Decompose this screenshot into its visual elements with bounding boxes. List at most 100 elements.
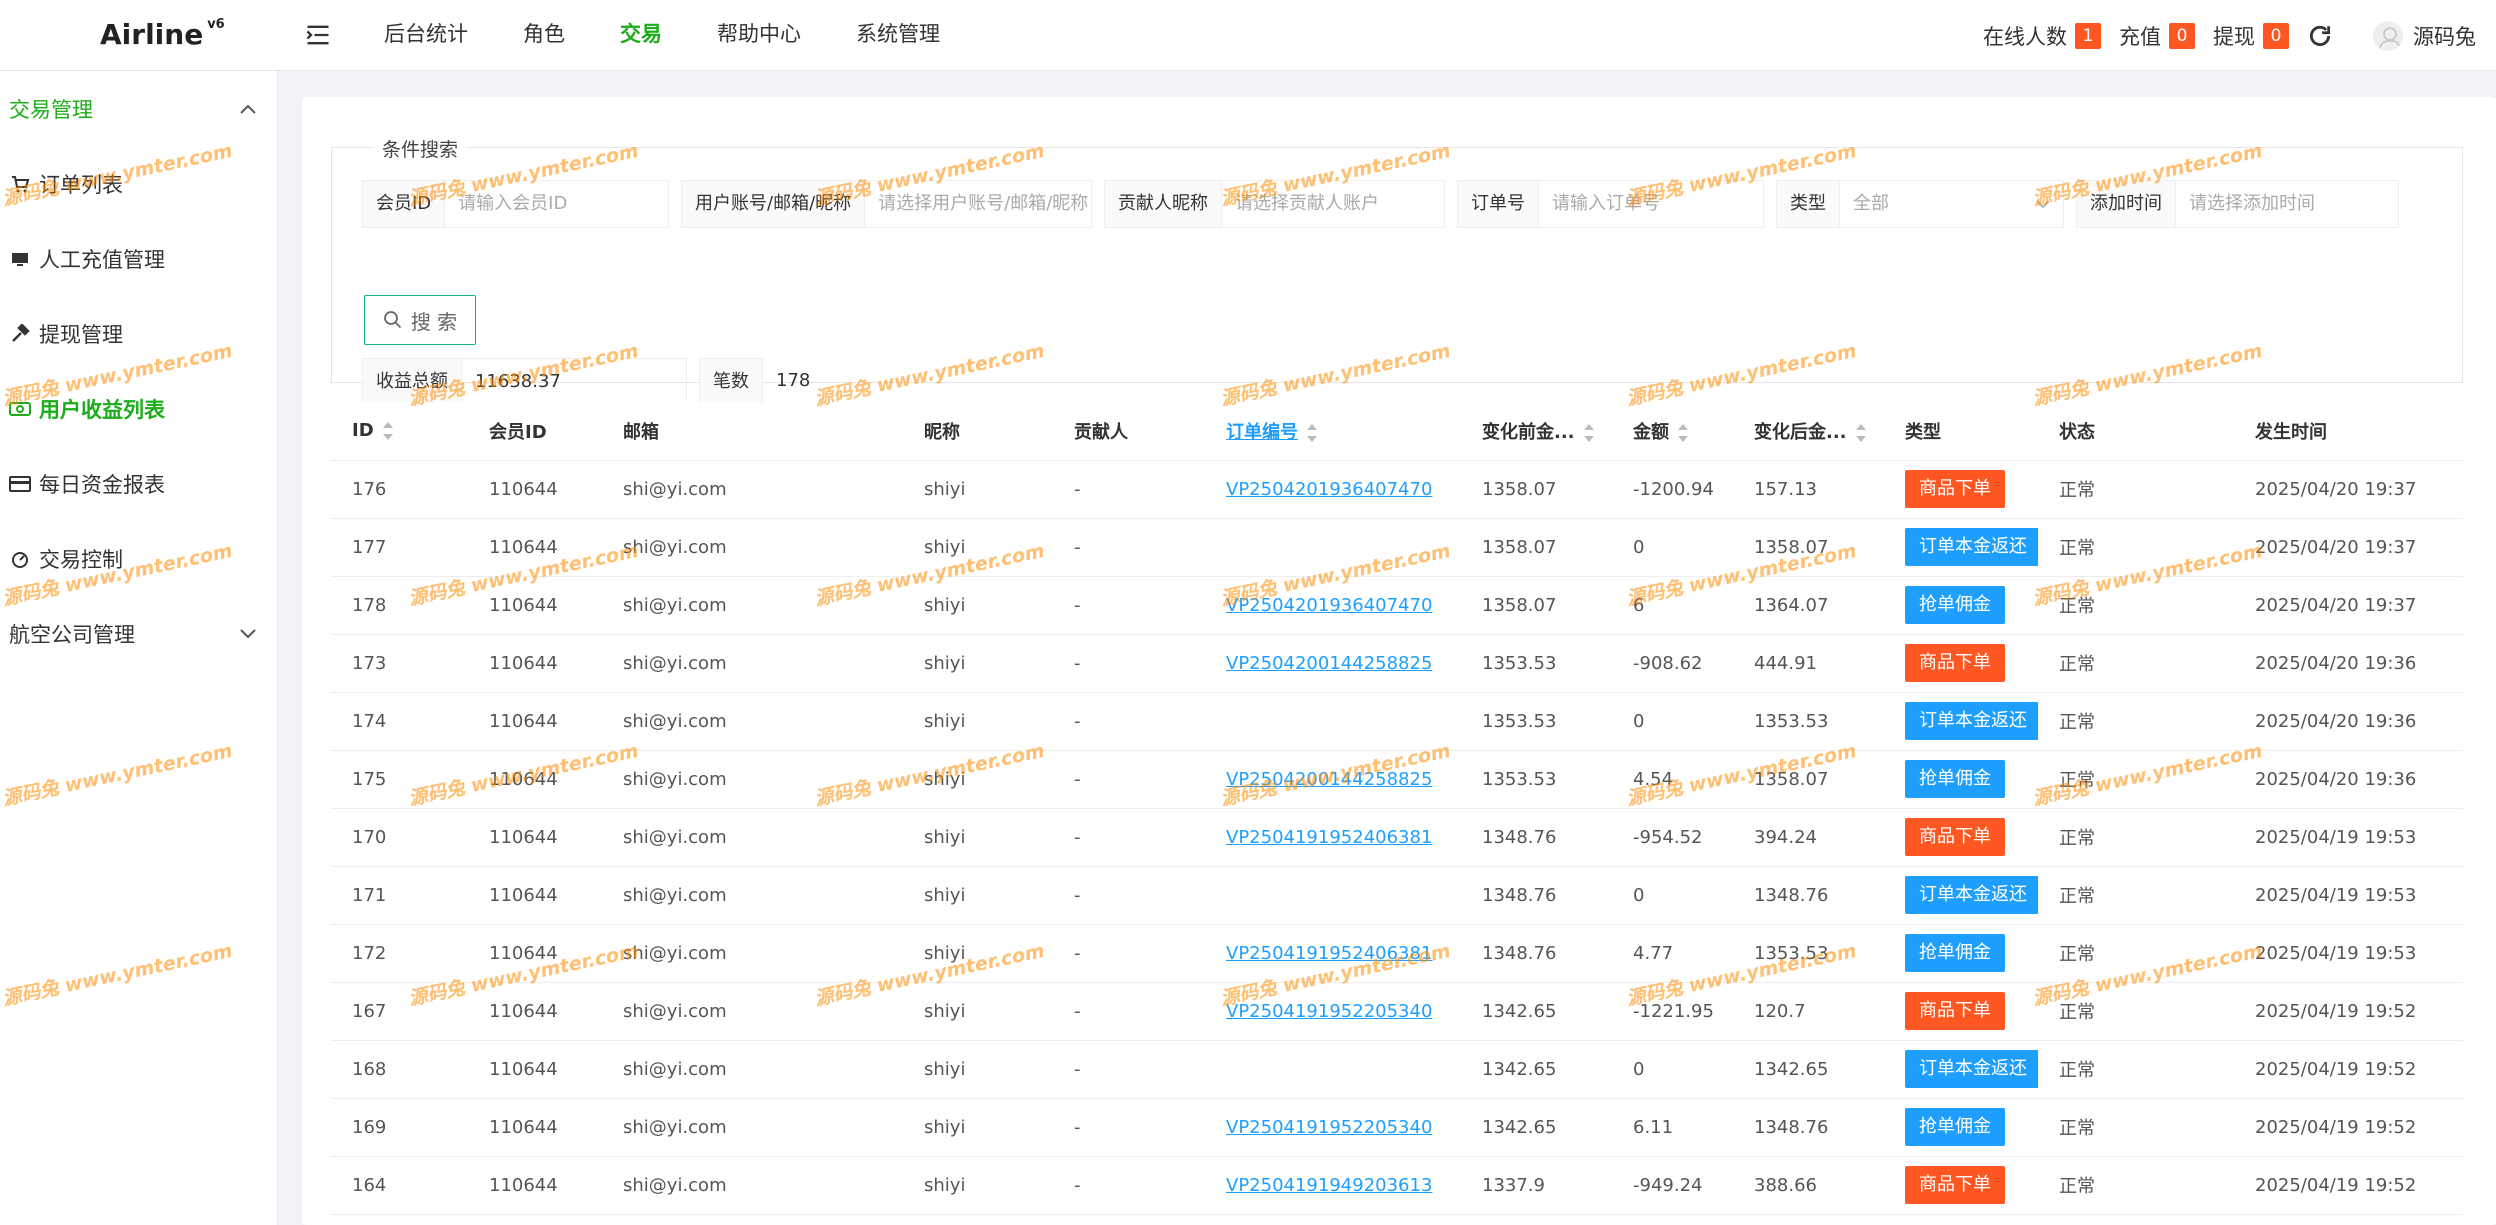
order-link[interactable]: VP2504191952406381 — [1226, 943, 1432, 964]
sort-icon[interactable] — [1855, 423, 1867, 442]
table-cell: - — [1053, 1156, 1205, 1215]
table-cell: 1348.76 — [1733, 866, 1884, 925]
table-cell: 0 — [1612, 866, 1733, 925]
order-no-input[interactable]: 请输入订单号 — [1539, 181, 1673, 227]
table-cell: 商品下单 — [1884, 634, 2038, 693]
table-cell: 6 — [1612, 576, 1733, 635]
nav-item-system[interactable]: 系统管理 — [856, 0, 940, 71]
table-cell: 2025/04/20 19:36 — [2234, 750, 2463, 809]
online-stat[interactable]: 在线人数 1 — [1983, 21, 2101, 51]
table-cell: - — [1053, 460, 1205, 519]
earnings-table: ID 会员ID 邮箱 昵称 贡献人 订单编号 变化前金... 金额 变化后金..… — [331, 402, 2463, 1215]
table-cell: 110644 — [468, 576, 602, 635]
table-cell: 168 — [331, 1040, 468, 1099]
sidebar-group-trade[interactable]: 交易管理 — [0, 71, 277, 146]
menu-toggle-icon[interactable] — [304, 21, 332, 49]
order-link[interactable]: VP2504191952205340 — [1226, 1117, 1432, 1138]
search-legend: 条件搜索 — [372, 135, 469, 162]
order-link[interactable]: VP2504201936407470 — [1226, 479, 1432, 500]
table-cell: 1353.53 — [1461, 634, 1612, 693]
table-cell — [1205, 518, 1461, 577]
sidebar-item-manual-recharge[interactable]: 人工充值管理 — [0, 221, 277, 296]
nav-item-help[interactable]: 帮助中心 — [717, 0, 801, 71]
table-cell: - — [1053, 866, 1205, 925]
order-link[interactable]: VP2504200144258825 — [1226, 769, 1432, 790]
table-cell: 正常 — [2038, 1040, 2234, 1099]
sidebar-item-daily-report[interactable]: 每日资金报表 — [0, 446, 277, 521]
col-header-after-amount[interactable]: 变化后金... — [1733, 402, 1884, 461]
recharge-stat[interactable]: 充值 0 — [2119, 21, 2195, 51]
summary-bar: 收益总额 11638.37 笔数 178 — [362, 358, 841, 406]
user-menu[interactable]: 源码兔 — [2373, 20, 2476, 51]
nav-item-roles[interactable]: 角色 — [523, 0, 565, 71]
total-earnings-label: 收益总额 — [363, 359, 462, 405]
table-cell: 110644 — [468, 692, 602, 751]
table-cell: shi@yi.com — [602, 866, 903, 925]
table-cell: 1353.53 — [1461, 750, 1612, 809]
sort-icon[interactable] — [382, 422, 394, 441]
search-button[interactable]: 搜 索 — [364, 295, 476, 345]
type-badge: 订单本金返还 — [1905, 702, 2038, 740]
type-badge: 商品下单 — [1905, 644, 2005, 682]
type-field: 类型 全部 — [1776, 180, 2064, 228]
order-link[interactable]: VP2504191952205340 — [1226, 1001, 1432, 1022]
type-badge: 商品下单 — [1905, 818, 2005, 856]
table-cell: 正常 — [2038, 576, 2234, 635]
add-time-input[interactable]: 请选择添加时间 — [2176, 181, 2328, 227]
table-row: 171 110644 shi@yi.com shiyi - 1348.76 0 1348.76… — [331, 866, 2463, 925]
table-row: 178 110644 shi@yi.com shiyi - VP2504201936407… — [331, 576, 2463, 635]
table-row: 174 110644 shi@yi.com shiyi - 1353.53 0 1353.53… — [331, 692, 2463, 751]
contributor-input[interactable]: 请选择贡献人账户 — [1222, 181, 1392, 227]
sidebar-item-user-earnings[interactable]: 用户收益列表 — [0, 371, 277, 446]
sidebar-item-orders[interactable]: 订单列表 — [0, 146, 277, 221]
account-field: 用户账号/邮箱/昵称 请选择用户账号/邮箱/昵称 — [681, 180, 1092, 228]
order-link[interactable]: VP2504191949203613 — [1226, 1175, 1432, 1196]
app-logo[interactable]: Airline v6 — [100, 17, 225, 51]
table-cell: VP2504191949203613 — [1205, 1156, 1461, 1215]
order-link[interactable]: VP2504200144258825 — [1226, 653, 1432, 674]
table-cell: shi@yi.com — [602, 808, 903, 867]
table-cell: shiyi — [903, 924, 1053, 983]
withdraw-stat[interactable]: 提现 0 — [2213, 21, 2289, 51]
table-cell: 1342.65 — [1461, 982, 1612, 1041]
nav-item-trade[interactable]: 交易 — [620, 0, 662, 71]
table-cell: 169 — [331, 1098, 468, 1157]
col-header-amount[interactable]: 金额 — [1612, 402, 1733, 461]
sidebar-item-trade-control[interactable]: 交易控制 — [0, 521, 277, 596]
table-cell: 444.91 — [1733, 634, 1884, 693]
col-header-before-amount[interactable]: 变化前金... — [1461, 402, 1612, 461]
account-input[interactable]: 请选择用户账号/邮箱/昵称 — [865, 181, 1091, 227]
col-header-id[interactable]: ID — [331, 402, 468, 461]
member-id-input[interactable]: 请输入会员ID — [445, 181, 580, 227]
order-link[interactable]: VP2504191952406381 — [1226, 827, 1432, 848]
username: 源码兔 — [2413, 24, 2476, 49]
type-select[interactable]: 全部 — [1840, 181, 2063, 227]
col-header-order-no[interactable]: 订单编号 — [1205, 402, 1461, 461]
type-badge: 商品下单 — [1905, 992, 2005, 1030]
order-link[interactable]: VP2504201936407470 — [1226, 595, 1432, 616]
table-cell: - — [1053, 518, 1205, 577]
refresh-icon[interactable] — [2307, 23, 2333, 49]
col-header-type: 类型 — [1884, 402, 2038, 461]
type-badge: 订单本金返还 — [1905, 1050, 2038, 1088]
table-cell: 167 — [331, 982, 468, 1041]
table-cell: - — [1053, 924, 1205, 983]
sort-icon[interactable] — [1306, 423, 1318, 442]
sidebar-group-airline[interactable]: 航空公司管理 — [0, 596, 277, 671]
search-form: 会员ID 请输入会员ID 用户账号/邮箱/昵称 请选择用户账号/邮箱/昵称 贡献… — [362, 180, 2411, 228]
table-cell: 1348.76 — [1461, 866, 1612, 925]
table-cell: VP2504191952406381 — [1205, 924, 1461, 983]
table-cell: - — [1053, 692, 1205, 751]
table-cell: 正常 — [2038, 924, 2234, 983]
table-cell: 2025/04/20 19:37 — [2234, 518, 2463, 577]
table-cell: 2025/04/19 19:53 — [2234, 808, 2463, 867]
sort-icon[interactable] — [1677, 423, 1689, 442]
nav-item-stats[interactable]: 后台统计 — [384, 0, 468, 71]
sort-icon[interactable] — [1583, 423, 1595, 442]
table-cell: shiyi — [903, 982, 1053, 1041]
table-cell: shiyi — [903, 1098, 1053, 1157]
table-cell: 商品下单 — [1884, 982, 2038, 1041]
table-cell: 正常 — [2038, 1156, 2234, 1215]
sidebar-item-withdraw[interactable]: 提现管理 — [0, 296, 277, 371]
header-right: 在线人数 1 充值 0 提现 0 源码兔 — [1983, 0, 2496, 71]
